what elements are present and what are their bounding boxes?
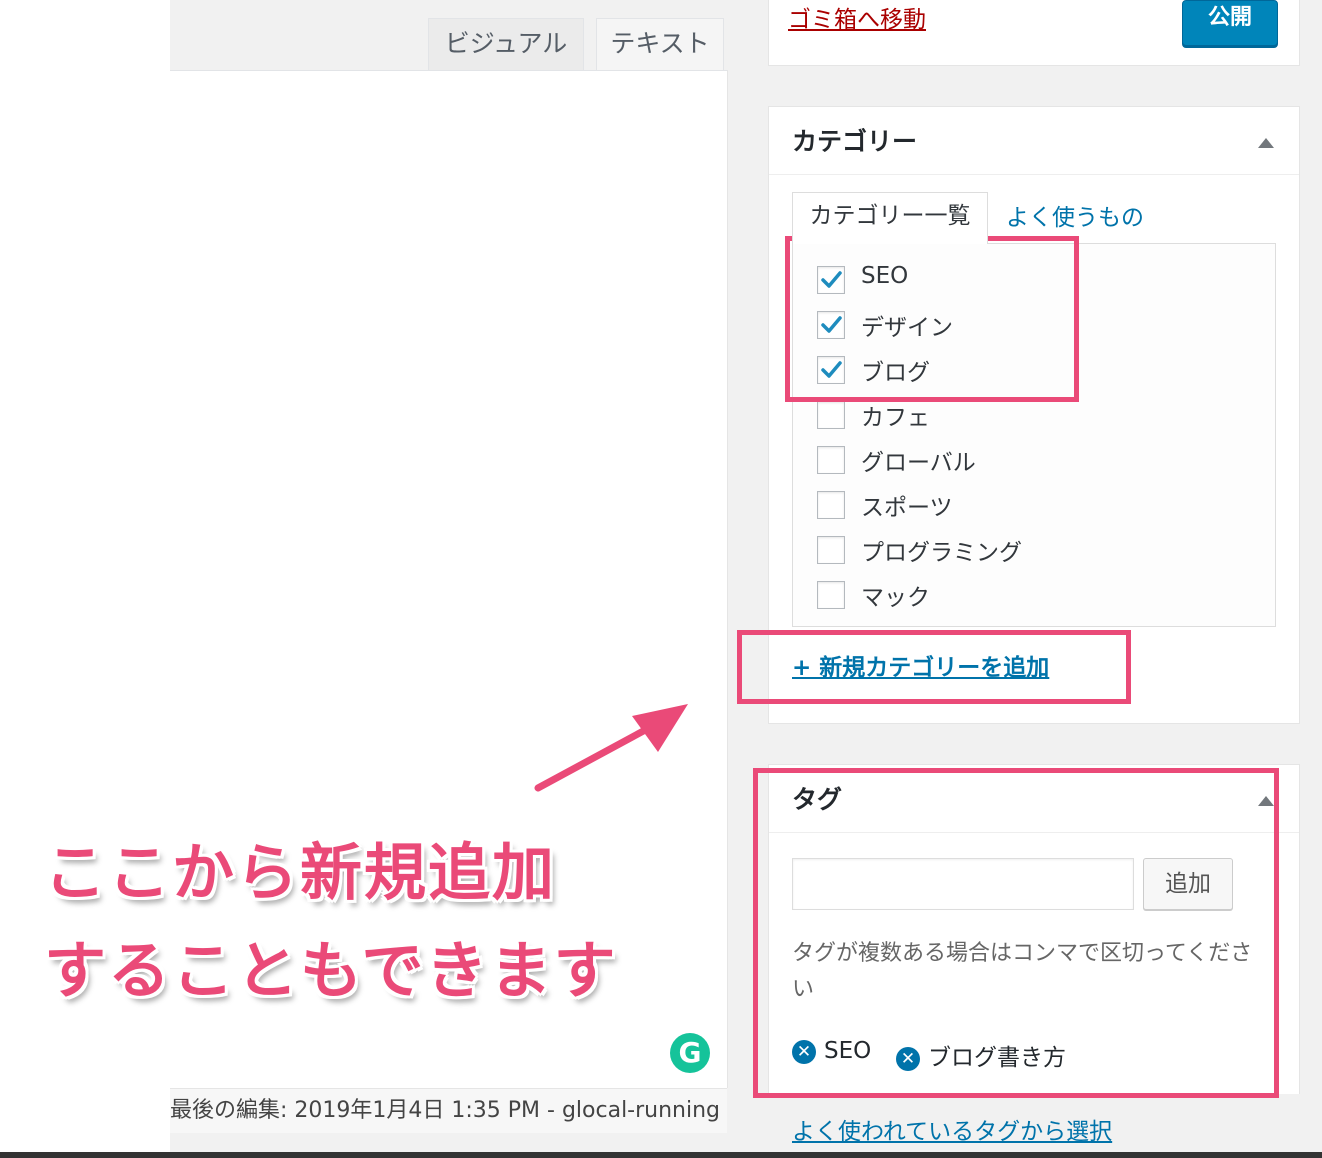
category-label: マック [861,585,930,611]
move-to-trash-link[interactable]: ゴミ箱へ移動 [788,0,926,34]
checkbox-unchecked[interactable] [817,446,845,474]
grammarly-icon[interactable]: G [670,1033,710,1073]
checkbox-unchecked[interactable] [817,491,845,519]
category-box-title: カテゴリー [792,127,918,156]
highlight-add-category [737,630,1131,704]
annotation-text-line1: ここから新規追加 [44,836,557,909]
divider [769,174,1299,175]
bottom-edge [0,1152,1322,1158]
annotation-text-line2: することもできます [44,934,618,1007]
tab-visual[interactable]: ビジュアル [428,18,584,70]
annotation-arrow-icon [534,704,688,792]
category-label: スポーツ [861,495,953,521]
last-edited-status: 最後の編集: 2019年1月4日 1:35 PM - glocal-runnin… [170,1088,727,1133]
checkbox-unchecked[interactable] [817,536,845,564]
highlight-checked-categories [785,236,1079,402]
category-label: カフェ [861,405,930,431]
choose-popular-tags-link[interactable]: よく使われているタグから選択 [792,1112,1112,1146]
checkbox-unchecked[interactable] [817,401,845,429]
tab-most-used[interactable]: よく使うもの [1006,198,1144,232]
tab-text[interactable]: テキスト [596,18,724,70]
category-label: グローバル [861,450,976,476]
tab-all-categories[interactable]: カテゴリー一覧 [792,192,988,244]
category-label: プログラミング [861,540,1022,566]
publish-button[interactable]: 公開 [1182,0,1278,46]
collapse-arrow-icon[interactable] [1258,138,1274,148]
highlight-tag-box [753,768,1279,1098]
checkbox-unchecked[interactable] [817,581,845,609]
